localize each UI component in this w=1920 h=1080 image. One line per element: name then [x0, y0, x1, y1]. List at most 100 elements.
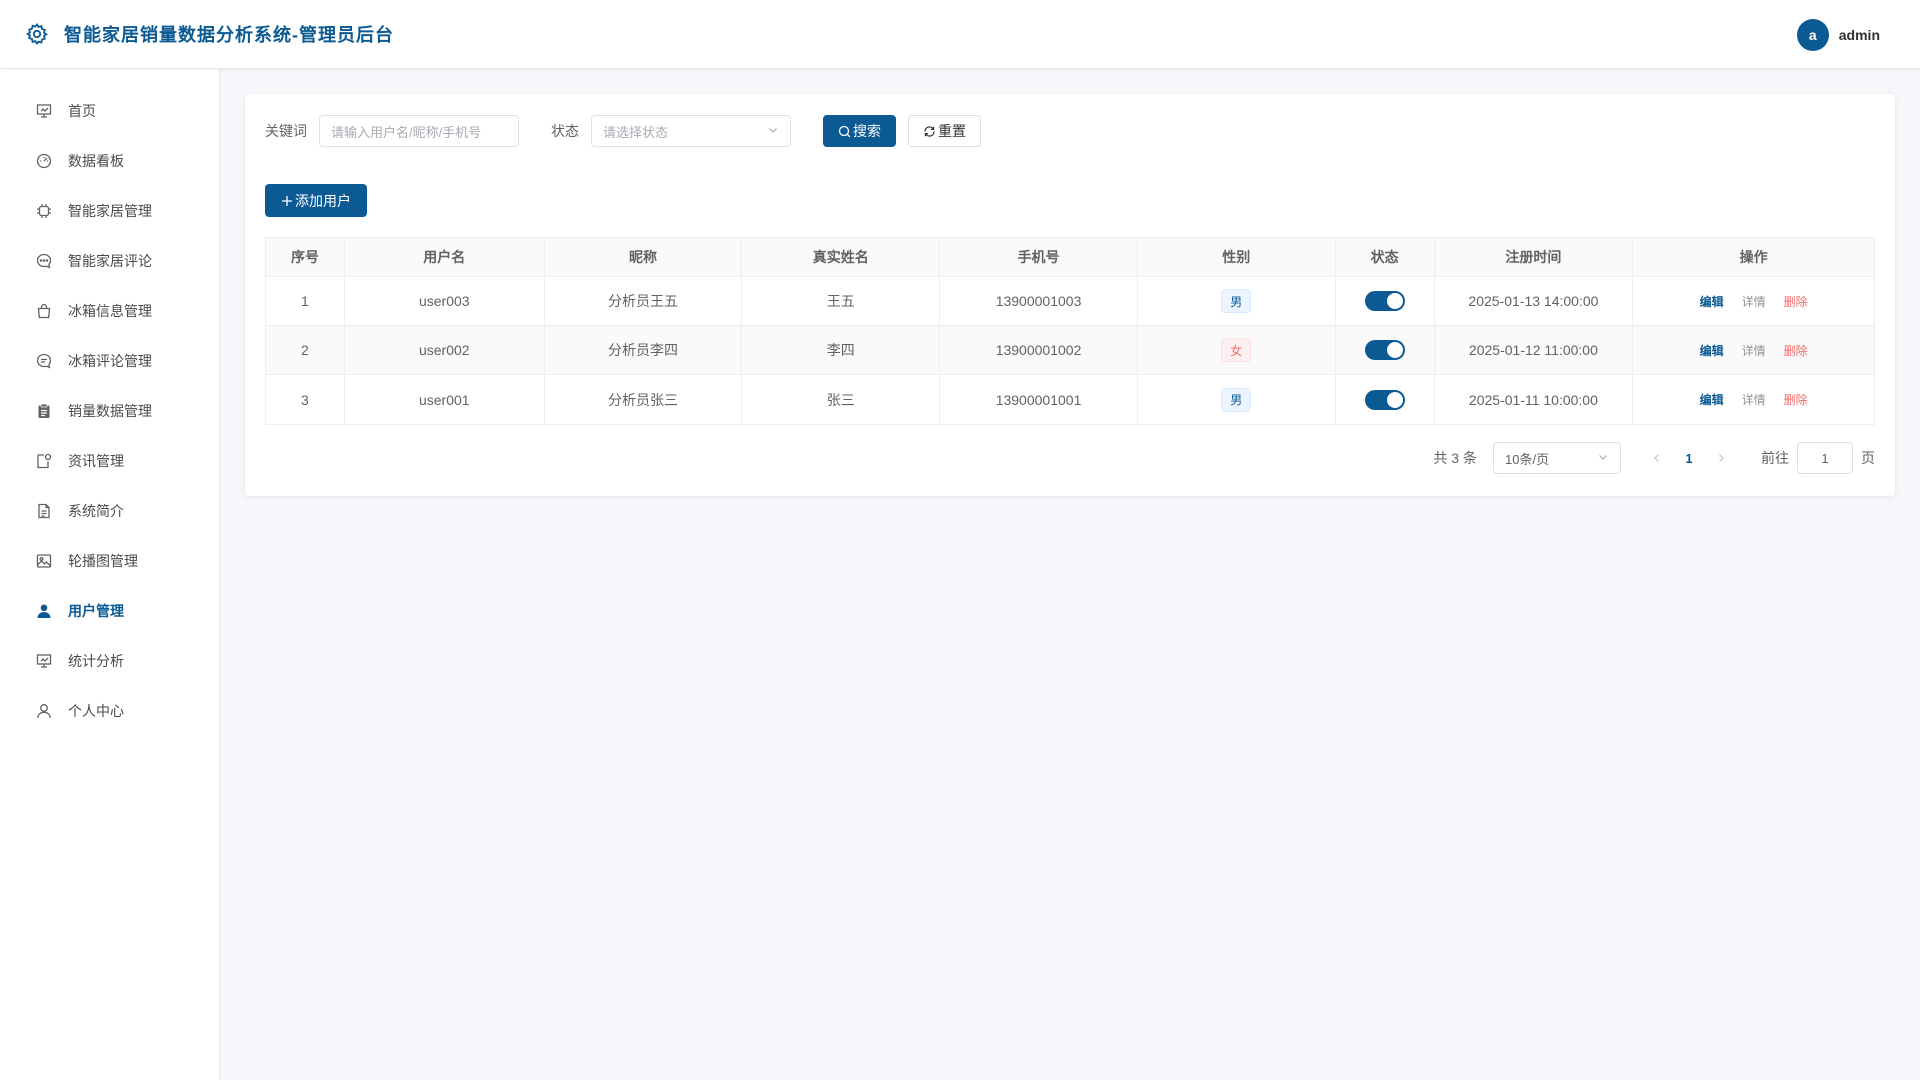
sidebar-item-label: 首页 [68, 103, 96, 119]
sidebar-item-label: 销量数据管理 [68, 403, 152, 419]
sidebar-item-carousel[interactable]: 轮播图管理 [0, 536, 219, 586]
sidebar-item-label: 个人中心 [68, 703, 124, 719]
page-number-button[interactable]: 1 [1673, 442, 1705, 474]
username[interactable]: admin [1839, 27, 1880, 43]
sidebar-item-label: 用户管理 [68, 603, 124, 619]
sidebar: 首页 数据看板 智能家居管理 智能家居评论 冰箱信息管理 冰箱评论管理 销量数据… [0, 69, 220, 1080]
delete-button[interactable]: 删除 [1784, 342, 1808, 359]
avatar[interactable]: a [1796, 19, 1829, 51]
column-header: 状态 [1336, 238, 1435, 276]
sidebar-item-smarthome[interactable]: 智能家居管理 [0, 186, 219, 236]
row-index: 2 [266, 326, 345, 374]
notebook-icon [35, 452, 53, 470]
sidebar-item-label: 冰箱评论管理 [68, 353, 152, 369]
row-actions: 编辑 详情 删除 [1633, 277, 1874, 325]
row-registered: 2025-01-13 14:00:00 [1435, 277, 1634, 325]
sidebar-item-smarthome-comments[interactable]: 智能家居评论 [0, 236, 219, 286]
chat-line-icon [35, 352, 53, 370]
user-filled-icon [35, 602, 53, 620]
reset-button[interactable]: 重置 [908, 115, 981, 147]
sidebar-item-label: 智能家居评论 [68, 253, 152, 269]
column-header: 手机号 [940, 238, 1138, 276]
reset-button-label: 重置 [938, 123, 966, 139]
refresh-icon [923, 125, 936, 138]
gender-tag: 男 [1221, 387, 1252, 412]
app-title: 智能家居销量数据分析系统-管理员后台 [64, 25, 394, 45]
prev-page-button[interactable] [1641, 442, 1673, 474]
goto-label: 前往 [1761, 450, 1789, 466]
row-gender-cell: 男 [1138, 277, 1336, 325]
sidebar-item-sales-data[interactable]: 销量数据管理 [0, 386, 219, 436]
row-phone: 13900001002 [940, 326, 1138, 374]
document-icon [35, 502, 53, 520]
edit-button[interactable]: 编辑 [1700, 391, 1724, 408]
filter-bar: 关键词 请输入用户名/昵称/手机号 状态 请选择状态 搜索 重置 [265, 115, 981, 147]
status-select[interactable]: 请选择状态 [591, 115, 791, 147]
table-row: 2 user002 分析员李四 李四 13900001002 女 2025-01… [266, 326, 1874, 375]
row-gender-cell: 男 [1138, 375, 1336, 424]
gear-icon [24, 21, 50, 47]
row-status-cell [1336, 326, 1435, 374]
plus-icon [281, 195, 293, 207]
row-realname: 张三 [742, 375, 941, 424]
row-registered: 2025-01-11 10:00:00 [1435, 375, 1634, 424]
sidebar-item-label: 系统简介 [68, 503, 124, 519]
row-username: user003 [345, 277, 545, 325]
row-nickname: 分析员张三 [545, 375, 743, 424]
detail-button[interactable]: 详情 [1742, 293, 1766, 310]
row-gender-cell: 女 [1138, 326, 1336, 374]
presentation-chart-icon [35, 652, 53, 670]
edit-button[interactable]: 编辑 [1700, 342, 1724, 359]
status-placeholder: 请选择状态 [603, 124, 669, 140]
column-header: 真实姓名 [742, 238, 941, 276]
chevron-down-icon [1597, 451, 1609, 466]
sidebar-item-label: 智能家居管理 [68, 203, 152, 219]
delete-button[interactable]: 删除 [1784, 391, 1808, 408]
sidebar-item-label: 冰箱信息管理 [68, 303, 152, 319]
gender-tag: 女 [1221, 338, 1252, 362]
page-suffix: 页 [1861, 450, 1875, 466]
chat-dots-icon [35, 252, 53, 270]
table-header: 序号 用户名 昵称 真实姓名 手机号 性别 状态 注册时间 操作 [266, 238, 1874, 277]
page-size-select[interactable]: 10条/页 [1493, 442, 1621, 474]
search-button-label: 搜索 [853, 123, 881, 139]
status-toggle[interactable] [1364, 389, 1405, 410]
row-status-cell [1336, 375, 1435, 424]
row-username: user001 [345, 375, 545, 424]
sidebar-item-news[interactable]: 资讯管理 [0, 436, 219, 486]
sidebar-item-fridge-info[interactable]: 冰箱信息管理 [0, 286, 219, 336]
sidebar-item-users[interactable]: 用户管理 [0, 586, 219, 636]
sidebar-item-fridge-comments[interactable]: 冰箱评论管理 [0, 336, 219, 386]
row-phone: 13900001003 [940, 277, 1138, 325]
sidebar-item-about[interactable]: 系统简介 [0, 486, 219, 536]
goto-page-input[interactable]: 1 [1797, 442, 1853, 474]
status-toggle[interactable] [1364, 340, 1405, 360]
status-toggle[interactable] [1364, 291, 1405, 311]
sidebar-item-home[interactable]: 首页 [0, 86, 219, 136]
user-menu[interactable]: a admin [1796, 19, 1880, 51]
delete-button[interactable]: 删除 [1784, 293, 1808, 310]
next-page-button[interactable] [1705, 442, 1737, 474]
row-index: 1 [266, 277, 345, 325]
picture-icon [35, 552, 53, 570]
row-phone: 13900001001 [940, 375, 1138, 424]
search-button[interactable]: 搜索 [823, 115, 896, 147]
gender-tag: 男 [1221, 289, 1252, 313]
sidebar-item-dashboard[interactable]: 数据看板 [0, 136, 219, 186]
chevron-down-icon [767, 124, 779, 139]
detail-button[interactable]: 详情 [1742, 391, 1766, 408]
edit-button[interactable]: 编辑 [1700, 293, 1724, 310]
column-header: 操作 [1739, 249, 1768, 265]
user-icon [35, 702, 53, 720]
row-nickname: 分析员李四 [545, 326, 743, 374]
keyword-input[interactable]: 请输入用户名/昵称/手机号 [319, 115, 519, 147]
detail-button[interactable]: 详情 [1742, 342, 1766, 359]
sidebar-item-profile[interactable]: 个人中心 [0, 686, 219, 736]
sidebar-item-statistics[interactable]: 统计分析 [0, 636, 219, 686]
cpu-icon [35, 202, 53, 220]
dashboard-icon [35, 152, 53, 170]
row-status-cell [1336, 277, 1435, 325]
top-header: 智能家居销量数据分析系统-管理员后台 a admin [0, 0, 1920, 69]
pagination: 共 3 条 10条/页 1 前往 1 页 [1433, 442, 1875, 474]
add-user-button[interactable]: 添加用户 [265, 184, 367, 217]
